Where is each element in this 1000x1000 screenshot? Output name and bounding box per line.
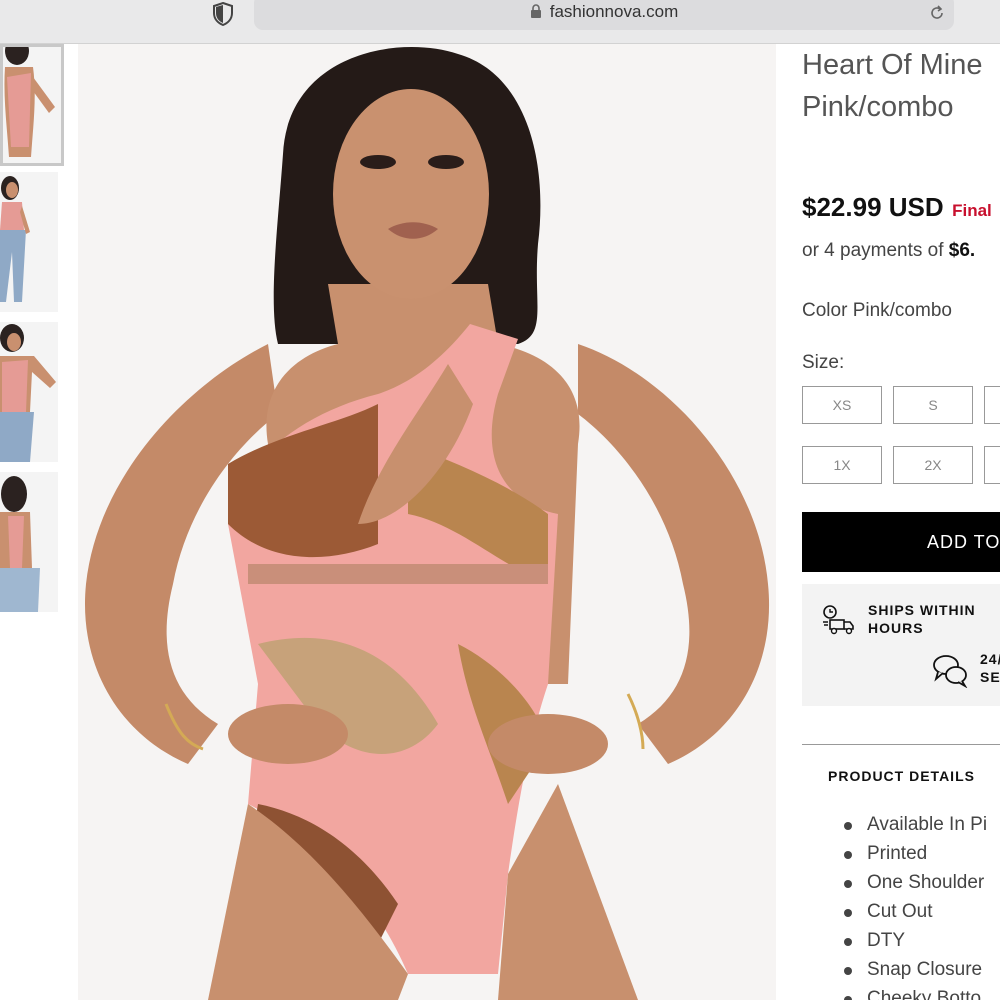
model-photo — [78, 44, 776, 1000]
size-button-m[interactable] — [984, 386, 1000, 424]
size-button-3x[interactable] — [984, 446, 1000, 484]
product-details-list: Available In Pi Printed One Shoulder Cut… — [842, 810, 987, 1000]
final-sale-badge: Final — [952, 201, 992, 220]
ships-line-1: SHIPS WITHIN — [868, 602, 976, 618]
add-to-bag-button[interactable]: ADD TO — [802, 512, 1000, 572]
ships-line-2: HOURS — [868, 620, 924, 636]
address-bar[interactable]: fashionnova.com — [254, 0, 954, 30]
color-row: Color Pink/combo — [802, 300, 952, 322]
size-button-xs[interactable]: XS — [802, 386, 882, 424]
list-item: Cheeky Botto — [842, 984, 987, 1000]
shield-icon[interactable] — [212, 2, 234, 26]
thumbnail-image — [0, 172, 58, 312]
chat-bubbles-icon — [933, 655, 968, 688]
list-item: One Shoulder — [842, 868, 987, 897]
section-divider — [802, 744, 1000, 745]
installments-prefix: or 4 payments of — [802, 240, 949, 261]
size-button-s[interactable]: S — [893, 386, 973, 424]
installments-text: or 4 payments of $6. — [802, 240, 975, 262]
lock-icon — [530, 4, 541, 18]
price-row: $22.99 USD Final — [802, 192, 992, 223]
thumbnail-1[interactable] — [0, 44, 64, 166]
list-item: DTY — [842, 926, 987, 955]
thumbnail-image — [0, 322, 58, 462]
shipping-info-box: SHIPS WITHIN HOURS 24/ SE — [802, 584, 1000, 706]
product-title-line-2: Pink/combo — [802, 91, 954, 123]
delivery-truck-icon — [823, 605, 854, 635]
size-label: Size: — [802, 352, 845, 373]
thumbnail-3[interactable] — [0, 322, 58, 462]
list-item: Printed — [842, 839, 987, 868]
size-button-1x[interactable]: 1X — [802, 446, 882, 484]
list-item: Available In Pi — [842, 810, 987, 839]
color-value: Pink/combo — [852, 300, 952, 321]
installments-amount: $6. — [948, 240, 976, 261]
product-details-heading[interactable]: PRODUCT DETAILS — [828, 768, 975, 784]
url-text: fashionnova.com — [549, 2, 679, 21]
ships-within-text: SHIPS WITHIN HOURS — [868, 601, 976, 637]
browser-toolbar: fashionnova.com — [0, 0, 1000, 44]
thumbnail-4[interactable] — [0, 472, 58, 612]
product-title: Heart Of Mine Pink/combo — [802, 44, 1000, 128]
product-price: $22.99 USD — [802, 192, 944, 222]
support-line-1: 24/ — [980, 651, 1000, 667]
thumbnail-image — [3, 47, 61, 163]
product-title-line-1: Heart Of Mine — [802, 49, 983, 81]
support-line-2: SE — [980, 669, 1000, 685]
list-item: Cut Out — [842, 897, 987, 926]
main-product-image[interactable] — [78, 44, 776, 1000]
list-item: Snap Closure — [842, 955, 987, 984]
thumbnail-image — [0, 472, 58, 612]
reload-icon[interactable] — [928, 4, 946, 22]
support-text: 24/ SE — [980, 650, 1000, 686]
product-info-panel: Heart Of Mine Pink/combo $22.99 USD Fina… — [802, 44, 1000, 1000]
thumbnail-2[interactable] — [0, 172, 58, 312]
color-label: Color — [802, 300, 848, 321]
size-button-2x[interactable]: 2X — [893, 446, 973, 484]
